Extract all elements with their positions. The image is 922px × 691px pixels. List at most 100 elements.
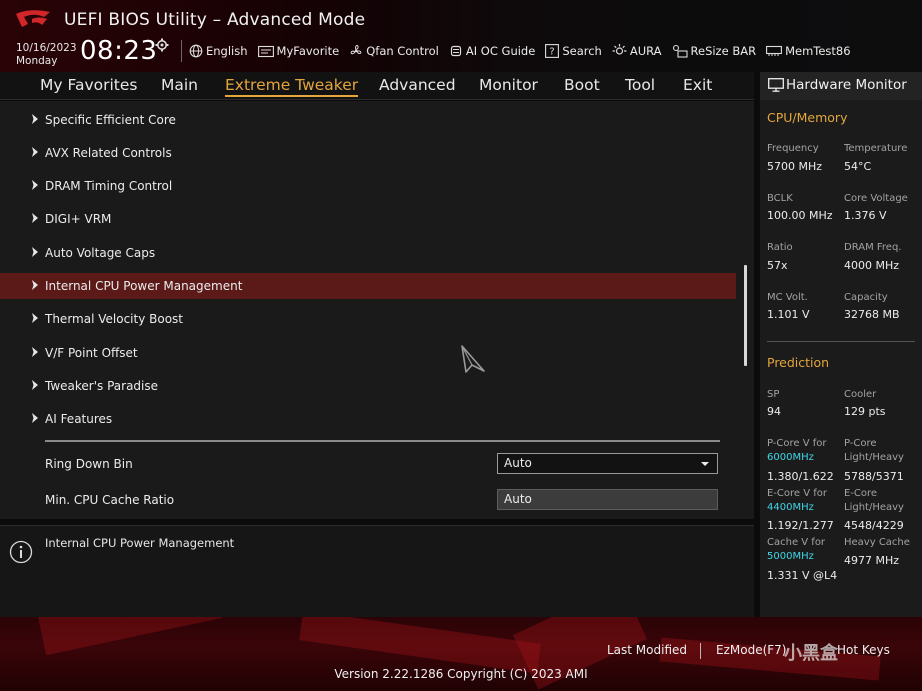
cpu-memory-section-title: CPU/Memory (767, 110, 848, 125)
ecore-lh-label-2: Light/Heavy (844, 502, 904, 513)
footer-decor (299, 617, 541, 674)
memtest-icon (766, 45, 783, 56)
svg-text:?: ? (550, 47, 555, 58)
ring-down-bin-value: Auto (504, 456, 532, 470)
menu-item-label: AI Features (45, 412, 113, 426)
search-icon: ? (545, 44, 560, 58)
frequency-label: Frequency (767, 143, 819, 154)
prediction-section-title: Prediction (767, 355, 830, 370)
temperature-value: 54°C (844, 160, 872, 173)
tab-tool[interactable]: Tool (625, 76, 655, 94)
menu-item-vf-point-offset[interactable]: V/F Point Offset (0, 340, 736, 366)
chevron-right-icon (32, 180, 38, 190)
last-modified-button[interactable]: Last Modified (607, 643, 687, 657)
menu-item-avx-related-controls[interactable]: AVX Related Controls (0, 140, 736, 166)
footer-divider (700, 643, 701, 659)
menu-item-label: Internal CPU Power Management (45, 279, 243, 293)
memtest86-button[interactable]: MemTest86 (766, 44, 851, 58)
pcore-lh-label-2: Light/Heavy (844, 452, 904, 463)
resize-bar-label: ReSize BAR (690, 44, 757, 58)
core-voltage-label: Core Voltage (844, 193, 908, 204)
menu-item-label: Tweaker's Paradise (45, 379, 159, 393)
gear-icon[interactable] (155, 38, 169, 52)
section-divider (45, 440, 720, 442)
dram-freq-value: 4000 MHz (844, 259, 900, 272)
menu-item-auto-voltage-caps[interactable]: Auto Voltage Caps (0, 240, 736, 266)
ai-chip-icon (450, 45, 461, 57)
min-cpu-cache-ratio-input[interactable]: Auto (497, 489, 718, 510)
tab-advanced[interactable]: Advanced (379, 76, 456, 94)
menu-item-tweakers-paradise[interactable]: Tweaker's Paradise (0, 373, 736, 399)
cache-v-freq: 5000MHz (767, 551, 814, 562)
ezmode-button[interactable]: EzMode(F7) (716, 643, 786, 657)
setting-ring-down-bin: Ring Down Bin Auto (0, 452, 736, 478)
menu-item-digi-vrm[interactable]: DIGI+ VRM (0, 206, 736, 232)
clock[interactable]: 08:23 (80, 36, 169, 66)
pcore-lh-label-1: P-Core (844, 438, 877, 449)
tab-monitor[interactable]: Monitor (479, 76, 538, 94)
hot-keys-button[interactable]: Hot Keys (837, 643, 890, 657)
bclk-value: 100.00 MHz (767, 209, 833, 222)
search-button[interactable]: ? Search (545, 44, 602, 58)
help-panel: Internal CPU Power Management (0, 525, 754, 617)
qfan-control-button[interactable]: Qfan Control (349, 44, 439, 58)
resize-bar-icon (672, 44, 688, 58)
language-button[interactable]: English (189, 44, 248, 58)
pcore-v-label: P-Core V for 6000MHz (767, 437, 827, 465)
memtest86-label: MemTest86 (785, 44, 851, 58)
chevron-right-icon (32, 114, 38, 124)
globe-icon (189, 44, 203, 58)
clock-time: 08:23 (80, 36, 158, 66)
menu-item-label: AVX Related Controls (45, 146, 172, 160)
menu-item-ai-features[interactable]: AI Features (0, 406, 736, 432)
ecore-lh-label: E-Core Light/Heavy (844, 487, 904, 515)
cache-v-value: 1.331 V @L4 (767, 569, 838, 582)
settings-panel: Specific Efficient Core AVX Related Cont… (0, 101, 754, 519)
hw-section-divider (767, 341, 915, 342)
tab-boot[interactable]: Boot (564, 76, 600, 94)
chevron-right-icon (32, 313, 38, 323)
hardware-monitor-panel: Hardware Monitor CPU/Memory Frequency 57… (760, 72, 922, 617)
scrollbar-thumb[interactable] (744, 265, 747, 366)
tab-main[interactable]: Main (161, 76, 198, 94)
ecore-v-value: 1.192/1.277 (767, 519, 834, 532)
aura-button[interactable]: AURA (612, 44, 662, 58)
tab-exit[interactable]: Exit (683, 76, 712, 94)
rog-logo-icon (16, 10, 50, 27)
language-label: English (206, 44, 248, 58)
ecore-lh-value: 4548/4229 (844, 519, 904, 532)
version-text: Version 2.22.1286 Copyright (C) 2023 AMI (334, 667, 588, 681)
ecore-v-label-text: E-Core V for (767, 488, 828, 499)
favorite-icon (257, 45, 274, 57)
ring-down-bin-dropdown[interactable]: Auto (497, 453, 718, 474)
cache-v-label-text: Cache V for (767, 537, 826, 548)
header-divider (181, 40, 182, 62)
menu-item-specific-efficient-core[interactable]: Specific Efficient Core (0, 107, 736, 133)
search-label: Search (562, 44, 602, 58)
chevron-right-icon (32, 413, 38, 423)
pcore-lh-value: 5788/5371 (844, 470, 904, 483)
myfavorite-button[interactable]: MyFavorite (257, 44, 339, 58)
menu-item-thermal-velocity-boost[interactable]: Thermal Velocity Boost (0, 306, 736, 332)
temperature-label: Temperature (844, 143, 908, 154)
monitor-icon (768, 78, 784, 92)
sp-value: 94 (767, 405, 781, 418)
min-cpu-cache-ratio-value: Auto (504, 492, 532, 506)
ecore-v-freq: 4400MHz (767, 502, 814, 513)
chevron-right-icon (32, 380, 38, 390)
menu-item-dram-timing-control[interactable]: DRAM Timing Control (0, 173, 736, 199)
cooler-value: 129 pts (844, 405, 886, 418)
tab-my-favorites[interactable]: My Favorites (40, 76, 138, 94)
menu-item-label: Auto Voltage Caps (45, 246, 156, 260)
tab-extreme-tweaker[interactable]: Extreme Tweaker (225, 76, 359, 97)
menu-item-internal-cpu-power-management[interactable]: Internal CPU Power Management (0, 273, 736, 299)
resize-bar-button[interactable]: ReSize BAR (672, 44, 757, 58)
pcore-v-value: 1.380/1.622 (767, 470, 834, 483)
hardware-monitor-title: Hardware Monitor (786, 77, 907, 93)
ai-oc-guide-button[interactable]: AI OC Guide (449, 44, 535, 58)
frequency-value: 5700 MHz (767, 160, 823, 173)
bclk-label: BCLK (767, 193, 793, 204)
ai-oc-guide-label: AI OC Guide (465, 44, 536, 58)
cooler-label: Cooler (844, 389, 877, 400)
menu-item-label: DIGI+ VRM (45, 212, 112, 226)
